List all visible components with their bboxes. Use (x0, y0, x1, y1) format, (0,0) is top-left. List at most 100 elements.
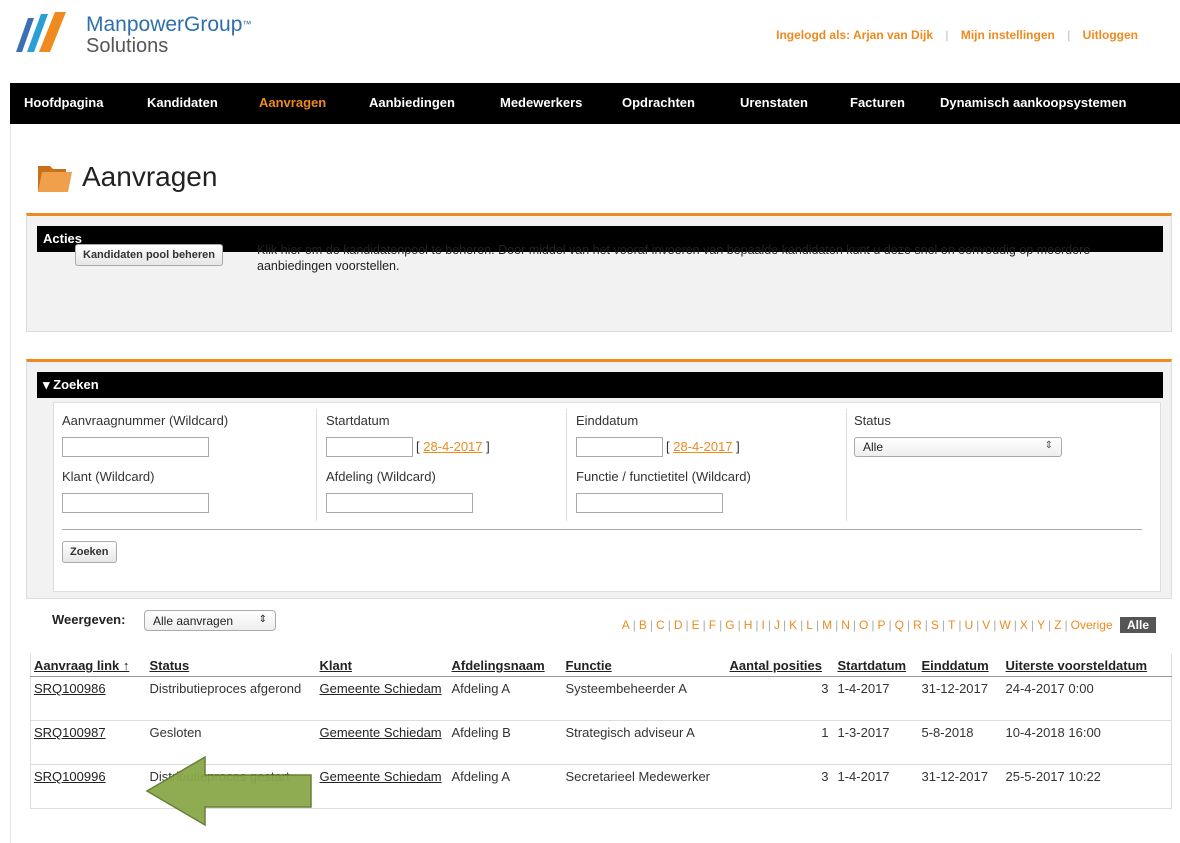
zoeken-submit-button[interactable]: Zoeken (62, 541, 117, 563)
status-select[interactable]: Alle ⇕ (854, 437, 1062, 457)
col-startdatum[interactable]: Startdatum (834, 654, 919, 677)
kandidaten-pool-button[interactable]: Kandidaten pool beheren (75, 244, 224, 266)
cell-startdatum: 1-4-2017 (834, 764, 919, 809)
acties-body: Kandidaten pool beheren Klik hier om de … (27, 243, 1171, 338)
bracket-close: ] (736, 439, 740, 454)
nav-item-aanvragen[interactable]: Aanvragen (259, 95, 326, 110)
afdeling-label: Afdeling (Wildcard) (326, 469, 436, 484)
settings-link[interactable]: Mijn instellingen (961, 28, 1055, 42)
alphabet-filter-letter[interactable]: R (913, 618, 922, 632)
col-einddatum[interactable]: Einddatum (918, 654, 1003, 677)
aanvraag-link[interactable]: SRQ100986 (34, 681, 106, 696)
startdatum-input[interactable] (326, 437, 413, 457)
alphabet-filter-letter[interactable]: A (622, 618, 630, 632)
alphabet-separator: | (924, 618, 928, 632)
cell-einddatum: 31-12-2017 (918, 764, 1003, 809)
afdeling-input[interactable] (326, 493, 473, 513)
separator: | (945, 28, 949, 42)
einddatum-input[interactable] (576, 437, 663, 457)
col-status[interactable]: Status (146, 654, 317, 677)
alphabet-filter-letter[interactable]: N (841, 618, 850, 632)
einddatum-today-link[interactable]: 28-4-2017 (673, 439, 732, 454)
alphabet-separator: | (702, 618, 706, 632)
einddatum-label: Einddatum (576, 413, 639, 428)
alphabet-separator: | (782, 618, 787, 632)
alphabet-filter-letter[interactable]: X (1020, 618, 1028, 632)
aanvraagnummer-input[interactable] (62, 437, 209, 457)
zoeken-heading[interactable]: ▾ Zoeken (37, 372, 1163, 398)
alphabet-filter-letter[interactable]: Y (1037, 618, 1045, 632)
col-klant[interactable]: Klant (316, 654, 449, 677)
cell-functie: Systeembeheerder A (562, 676, 727, 721)
alphabet-separator: | (888, 618, 892, 632)
cell-functie: Secretarieel Medewerker (562, 764, 727, 809)
weergeven-select[interactable]: Alle aanvragen ⇕ (144, 610, 276, 631)
alphabet-filter-letter[interactable]: L (806, 618, 813, 632)
cell-uiterste: 10-4-2018 16:00 (1002, 720, 1172, 765)
nav-item-hoofdpagina[interactable]: Hoofdpagina (24, 95, 103, 110)
col-functie[interactable]: Functie (562, 654, 727, 677)
brand-line-2: Solutions (86, 35, 169, 57)
col-uiterste-voorsteldatum[interactable]: Uiterste voorsteldatum (1002, 654, 1172, 677)
klant-link[interactable]: Gemeente Schiedam (320, 725, 442, 740)
klant-input[interactable] (62, 493, 209, 513)
alphabet-filter-letter[interactable]: Q (895, 618, 904, 632)
alphabet-separator: | (1013, 618, 1017, 632)
alphabet-filter-letter[interactable]: G (725, 618, 734, 632)
startdatum-today-link[interactable]: 28-4-2017 (423, 439, 482, 454)
left-border (10, 124, 11, 843)
alphabet-filter-letter[interactable]: W (999, 618, 1010, 632)
alphabet-filter-letter[interactable]: O (859, 618, 868, 632)
alphabet-separator: | (815, 618, 820, 632)
functie-input[interactable] (576, 493, 723, 513)
klant-link[interactable]: Gemeente Schiedam (320, 769, 442, 784)
col-afdelingsnaam[interactable]: Afdelingsnaam (448, 654, 563, 677)
cell-posities: 3 (726, 676, 835, 721)
column-divider (316, 409, 317, 521)
aanvraag-link[interactable]: SRQ100987 (34, 725, 106, 740)
top-links: Ingelogd als: Arjan van Dijk | Mijn inst… (776, 28, 1138, 42)
alphabet-separator: | (755, 618, 759, 632)
table-row: SRQ100986 Distributieproces afgerond Gem… (30, 676, 1172, 721)
nav-item-dynamisch-aankoopsystemen[interactable]: Dynamisch aankoopsystemen (940, 95, 1126, 110)
alphabet-separator: | (685, 618, 689, 632)
cell-einddatum: 31-12-2017 (918, 676, 1003, 721)
header: ManpowerGroup™ Solutions Ingelogd als: A… (0, 0, 1180, 83)
alphabet-filter-letter[interactable]: B (639, 618, 647, 632)
annotation-arrow-icon (145, 755, 312, 827)
alphabet-filter-letter[interactable]: E (692, 618, 700, 632)
nav-item-medewerkers[interactable]: Medewerkers (500, 95, 582, 110)
alphabet-filter-letter[interactable]: K (789, 618, 797, 632)
klant-link[interactable]: Gemeente Schiedam (320, 681, 442, 696)
nav-item-opdrachten[interactable]: Opdrachten (622, 95, 695, 110)
nav-item-urenstaten[interactable]: Urenstaten (740, 95, 808, 110)
column-divider (846, 409, 847, 521)
cell-einddatum: 5-8-2018 (918, 720, 1003, 765)
alphabet-filter-letter[interactable]: Overige (1071, 618, 1113, 632)
alphabet-filter-letter[interactable]: S (931, 618, 939, 632)
main-nav: Hoofdpagina Kandidaten Aanvragen Aanbied… (10, 83, 1180, 124)
logout-link[interactable]: Uitloggen (1083, 28, 1138, 42)
alphabet-filter-all[interactable]: Alle (1119, 617, 1156, 633)
alphabet-filter-letter[interactable]: U (964, 618, 973, 632)
acties-panel: Acties Kandidaten pool beheren Klik hier… (26, 213, 1172, 332)
functie-label: Functie / functietitel (Wildcard) (576, 469, 751, 484)
alphabet-separator: | (906, 618, 911, 632)
alphabet-filter-letter[interactable]: D (674, 618, 683, 632)
col-aanvraag-link[interactable]: Aanvraag link ↑ (30, 654, 147, 677)
nav-item-aanbiedingen[interactable]: Aanbiedingen (369, 95, 455, 110)
aanvraag-link[interactable]: SRQ100996 (34, 769, 106, 784)
page-heading: Aanvragen (82, 161, 218, 192)
alphabet-filter-letter[interactable]: M (822, 618, 832, 632)
cell-posities: 3 (726, 764, 835, 809)
page-title: Aanvragen (36, 160, 217, 194)
col-aantal-posities[interactable]: Aantal posities (726, 654, 835, 677)
nav-item-facturen[interactable]: Facturen (850, 95, 905, 110)
alphabet-filter-letter[interactable]: C (656, 618, 665, 632)
nav-item-kandidaten[interactable]: Kandidaten (147, 95, 218, 110)
status-label: Status (854, 413, 891, 428)
cell-link: SRQ100996 (30, 764, 147, 809)
zoeken-panel: ▾ Zoeken Aanvraagnummer (Wildcard) Start… (26, 359, 1172, 599)
alphabet-separator: | (1030, 618, 1034, 632)
alphabet-separator: | (767, 618, 771, 632)
